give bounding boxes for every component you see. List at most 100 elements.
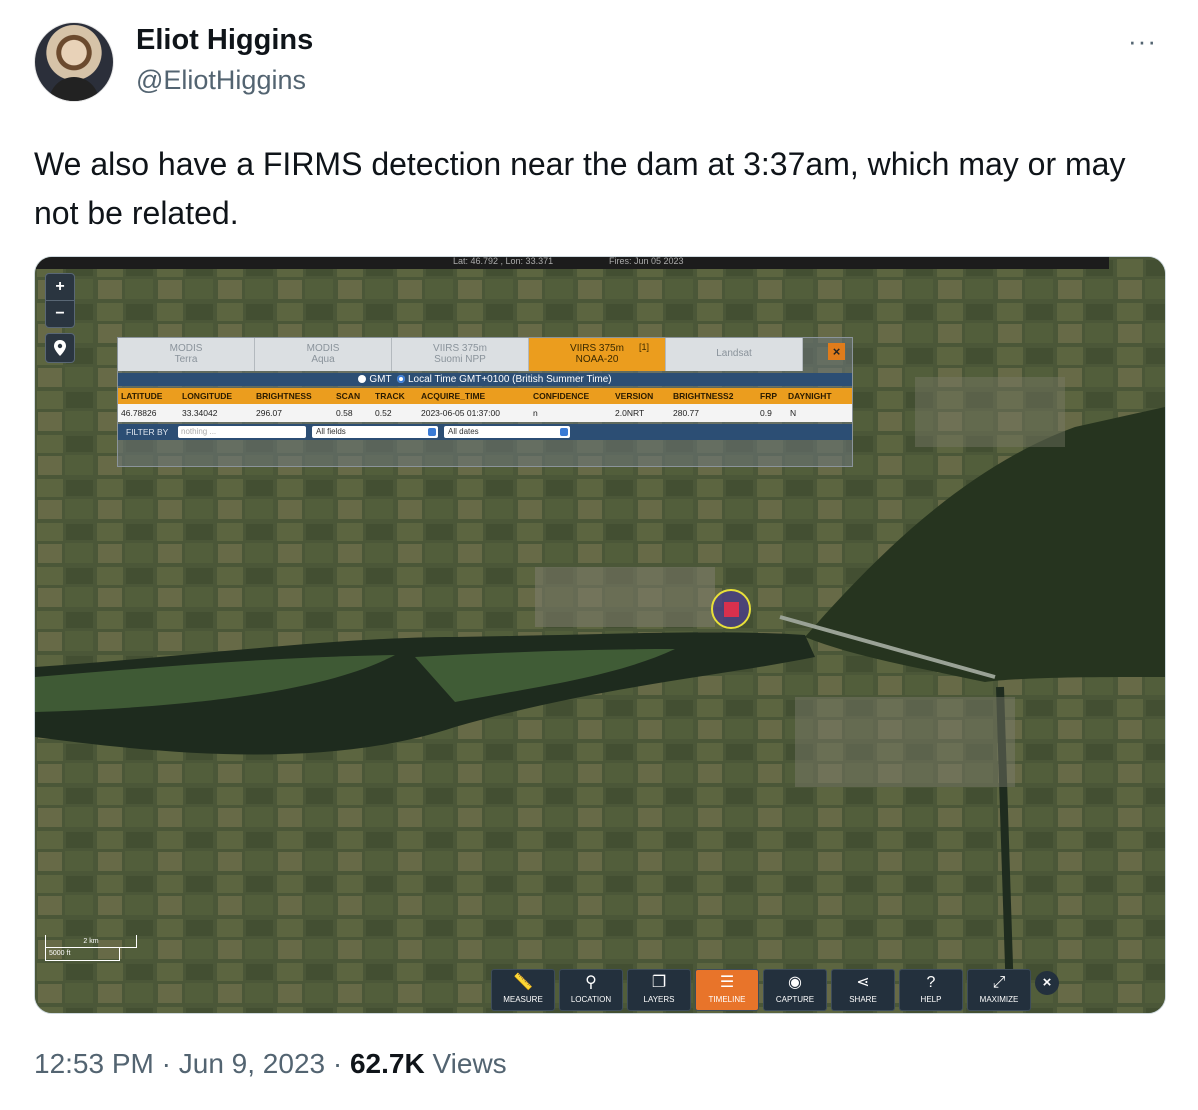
map-coordinates: Lat: 46.792 , Lon: 33.371 (453, 256, 554, 266)
filter-bar: FILTER BY nothing ... All fields All dat… (118, 424, 852, 440)
gmt-radio[interactable] (358, 375, 367, 383)
help-button[interactable]: ? HELP (899, 969, 963, 1011)
zoom-controls: + − (45, 273, 75, 328)
help-label: HELP (920, 995, 942, 1004)
fire-detection-marker[interactable] (711, 589, 751, 629)
help-icon: ? (926, 974, 936, 991)
cell-confidence: n (533, 408, 538, 418)
sliders-icon: ☰ (719, 974, 735, 991)
capture-label: CAPTURE (775, 995, 815, 1004)
cell-brightness2: 280.77 (673, 408, 699, 418)
measure-label: MEASURE (503, 995, 543, 1004)
scale-ft: 5000 ft (45, 948, 120, 961)
tab-label: MODIS (169, 343, 203, 354)
maximize-label: MAXIMIZE (979, 995, 1019, 1004)
avatar[interactable] (34, 22, 114, 102)
tweet-meta: 12:53 PM · Jun 9, 2023 · 62.7K Views (34, 1048, 507, 1080)
timeline-label: TIMELINE (708, 995, 746, 1004)
tab-landsat[interactable]: Landsat (666, 338, 803, 371)
map-fires-date: Fires: Jun 05 2023 (609, 256, 684, 266)
pin-icon: ⚲ (585, 974, 597, 991)
pin-icon (54, 340, 66, 356)
tab-label: Landsat (716, 348, 752, 359)
col-latitude[interactable]: LATITUDE (121, 388, 162, 404)
close-toolbar-icon[interactable]: × (1035, 971, 1059, 995)
field-select[interactable]: All fields (312, 426, 438, 438)
tab-sublabel: Terra (174, 354, 198, 365)
col-version[interactable]: VERSION (615, 388, 653, 404)
more-options-icon[interactable]: ··· (1128, 26, 1157, 57)
time-zone-toggle: GMT Local Time GMT+0100 (British Summer … (118, 373, 852, 386)
tab-modis-aqua[interactable]: MODIS Aqua (255, 338, 392, 371)
tab-count-badge: [1] (638, 342, 649, 352)
zoom-in-button[interactable]: + (46, 274, 74, 300)
local-time-radio[interactable] (396, 375, 405, 383)
col-track[interactable]: TRACK (375, 388, 405, 404)
cell-scan: 0.58 (336, 408, 353, 418)
location-label: LOCATION (570, 995, 612, 1004)
tab-sublabel: Aqua (311, 354, 335, 365)
my-location-button[interactable] (45, 333, 75, 363)
separator: · (161, 1048, 171, 1079)
maximize-button[interactable]: ⤢ MAXIMIZE (967, 969, 1031, 1011)
measure-button[interactable]: 📏 MEASURE (491, 969, 555, 1011)
col-brightness2[interactable]: BRIGHTNESS2 (673, 388, 733, 404)
date-select[interactable]: All dates (444, 426, 570, 438)
table-header: LATITUDE LONGITUDE BRIGHTNESS SCAN TRACK… (118, 388, 852, 404)
share-icon: ⋖ (856, 974, 870, 991)
col-confidence[interactable]: CONFIDENCE (533, 388, 589, 404)
map-status-bar: Lat: 46.792 , Lon: 33.371 Fires: Jun 05 … (35, 257, 1109, 269)
camera-icon: ◉ (788, 974, 802, 991)
location-button[interactable]: ⚲ LOCATION (559, 969, 623, 1011)
cell-frp: 0.9 (760, 408, 772, 418)
tweet-media[interactable]: Lat: 46.792 , Lon: 33.371 Fires: Jun 05 … (34, 256, 1166, 1014)
cell-track: 0.52 (375, 408, 392, 418)
cell-longitude: 33.34042 (182, 408, 218, 418)
share-button[interactable]: ⋖ SHARE (831, 969, 895, 1011)
ruler-icon: 📏 (513, 974, 533, 991)
table-row[interactable]: 46.78826 33.34042 296.07 0.58 0.52 2023-… (118, 404, 852, 422)
cell-version: 2.0NRT (615, 408, 645, 418)
col-daynight[interactable]: DAYNIGHT (788, 388, 832, 404)
author-handle[interactable]: @EliotHiggins (136, 65, 306, 96)
col-acquire-time[interactable]: ACQUIRE_TIME (421, 388, 485, 404)
tweet-text: We also have a FIRMS detection near the … (34, 146, 1126, 231)
zoom-out-button[interactable]: − (46, 300, 74, 327)
tab-viirs-suomi[interactable]: VIIRS 375m Suomi NPP (392, 338, 529, 371)
map-scale: 2 km 5000 ft (45, 935, 137, 961)
col-scan[interactable]: SCAN (336, 388, 360, 404)
layers-label: LAYERS (643, 995, 675, 1004)
cell-acquire-time: 2023-06-05 01:37:00 (421, 408, 500, 418)
views-count: 62.7K (349, 1048, 425, 1079)
tweet-time[interactable]: 12:53 PM (34, 1048, 154, 1079)
expand-icon: ⤢ (992, 974, 1006, 991)
cell-daynight: N (790, 408, 797, 418)
filter-input[interactable]: nothing ... (178, 426, 306, 438)
col-frp[interactable]: FRP (760, 388, 777, 404)
layers-button[interactable]: ❐ LAYERS (627, 969, 691, 1011)
tab-modis-terra[interactable]: MODIS Terra (118, 338, 255, 371)
timeline-button[interactable]: ☰ TIMELINE (695, 969, 759, 1011)
gmt-label: GMT (369, 374, 392, 385)
cell-latitude: 46.78826 (121, 408, 157, 418)
tab-sublabel: NOAA-20 (575, 354, 619, 365)
scale-km: 2 km (45, 935, 137, 948)
views-label: Views (432, 1048, 507, 1079)
capture-button[interactable]: ◉ CAPTURE (763, 969, 827, 1011)
col-longitude[interactable]: LONGITUDE (182, 388, 232, 404)
tab-label: MODIS (306, 343, 340, 354)
col-brightness[interactable]: BRIGHTNESS (256, 388, 312, 404)
close-icon[interactable]: × (828, 343, 845, 360)
share-label: SHARE (849, 995, 877, 1004)
cell-brightness: 296.07 (256, 408, 282, 418)
tweet-date[interactable]: Jun 9, 2023 (179, 1048, 325, 1079)
tab-viirs-noaa20[interactable]: VIIRS 375m NOAA-20 [1] (529, 338, 666, 371)
filter-label: FILTER BY (126, 427, 169, 437)
local-time-label: Local Time GMT+0100 (British Summer Time… (407, 374, 612, 385)
fire-data-panel: MODIS Terra MODIS Aqua VIIRS 375m Suomi … (117, 337, 853, 467)
tab-label: VIIRS 375m (433, 343, 487, 354)
separator: · (332, 1048, 343, 1079)
layers-icon: ❐ (651, 974, 667, 991)
author-name[interactable]: Eliot Higgins (136, 24, 313, 57)
satellite-tabs: MODIS Terra MODIS Aqua VIIRS 375m Suomi … (118, 338, 852, 371)
